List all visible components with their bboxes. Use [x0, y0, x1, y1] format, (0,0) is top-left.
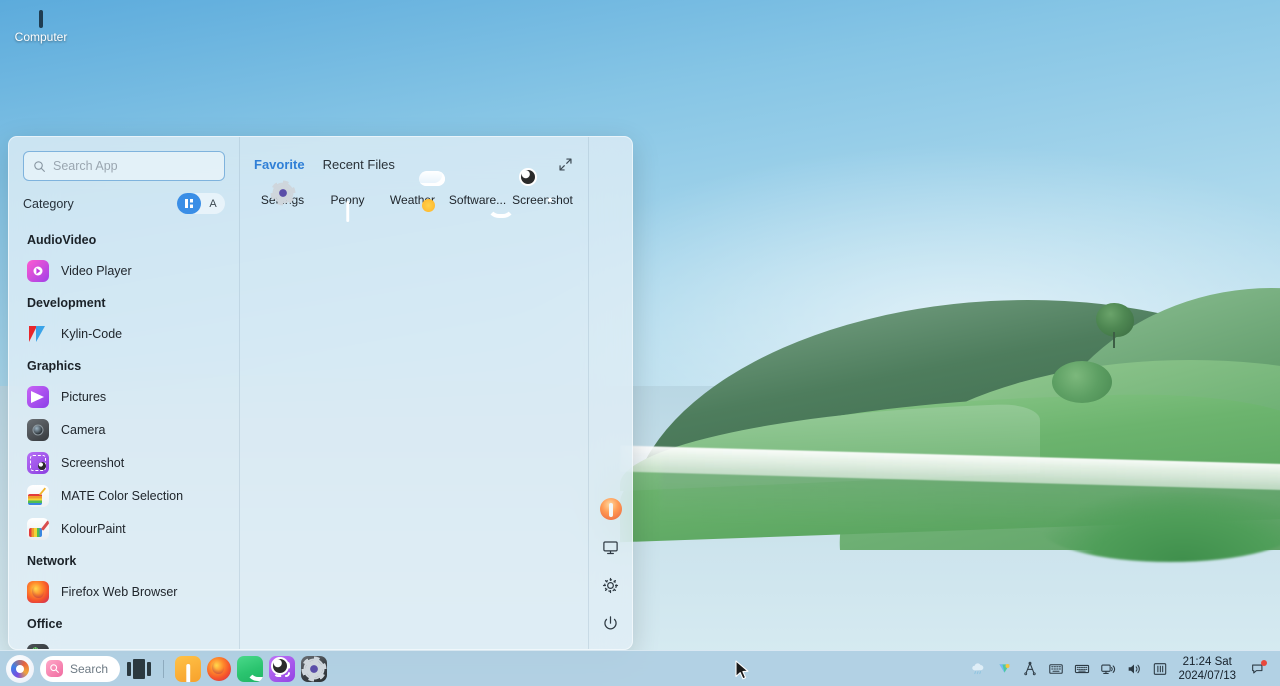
taskbar-divider [163, 660, 164, 678]
kolourpaint-icon [27, 518, 49, 540]
search-container: Search App [9, 137, 239, 181]
app-item-label: MATE Terminal [61, 648, 145, 650]
network-icon[interactable] [1096, 657, 1120, 681]
start-menu-panel[interactable]: Search App Category A AudioVideo Video P… [8, 136, 633, 650]
alphabetical-sort-button[interactable]: A [201, 193, 225, 214]
app-item-kylin-code[interactable]: Kylin-Code [9, 317, 239, 350]
category-label: Category [23, 197, 74, 211]
notification-bell-icon[interactable] [1246, 657, 1270, 681]
app-item-label: Screenshot [61, 456, 124, 470]
keyboard-icon[interactable] [1044, 657, 1068, 681]
favorite-item-screenshot[interactable]: Screenshot [510, 193, 575, 207]
category-row: Category A [9, 181, 239, 220]
app-item-video-player[interactable]: Video Player [9, 254, 239, 287]
computer-monitor-icon [0, 12, 82, 26]
app-item-label: Camera [61, 423, 105, 437]
app-group-header: Office [9, 608, 239, 638]
avatar [600, 498, 622, 520]
system-tray: 21:24 Sat 2024/07/13 [966, 655, 1270, 683]
app-item-label: KolourPaint [61, 522, 126, 536]
app-group-header: AudioVideo [9, 224, 239, 254]
search-input[interactable]: Search App [23, 151, 225, 181]
app-item-screenshot[interactable]: Screenshot [9, 446, 239, 479]
cloud-rain-icon[interactable] [966, 657, 990, 681]
app-item-mate-terminal[interactable]: MATE Terminal [9, 638, 239, 649]
screenshot-icon [27, 452, 49, 474]
search-placeholder: Search App [53, 159, 118, 173]
expand-fullscreen-icon[interactable] [554, 153, 576, 175]
taskbar-app-firefox[interactable] [207, 657, 231, 681]
favorite-item-label: Weather [380, 193, 445, 207]
clock-date: 2024/07/13 [1178, 669, 1236, 683]
start-menu-right-column: Favorite Recent Files Settings [240, 137, 632, 649]
taskbar-app-settings[interactable] [301, 656, 327, 682]
taskbar-app-peony[interactable] [175, 656, 201, 682]
desktop-icon-label: Computer [15, 30, 68, 44]
wallpaper-bush [1052, 361, 1112, 403]
kylin-code-icon [27, 323, 49, 345]
app-item-pictures[interactable]: Pictures [9, 380, 239, 413]
app-group-header: Development [9, 287, 239, 317]
app-item-camera[interactable]: Camera [9, 413, 239, 446]
app-item-mate-color-selection[interactable]: MATE Color Selection [9, 479, 239, 512]
firefox-icon [27, 581, 49, 603]
panel-icon[interactable] [1148, 657, 1172, 681]
notification-unread-dot [1261, 660, 1267, 666]
app-item-firefox[interactable]: Firefox Web Browser [9, 575, 239, 608]
app-badge-icon[interactable] [992, 657, 1016, 681]
app-item-label: Kylin-Code [61, 327, 122, 341]
taskbar-app-screenshot[interactable] [269, 656, 295, 682]
camera-icon [27, 419, 49, 441]
favorite-item-settings[interactable]: Settings [250, 193, 315, 207]
kylin-start-icon[interactable] [6, 655, 34, 683]
volume-icon[interactable] [1122, 657, 1146, 681]
app-item-label: Firefox Web Browser [61, 585, 177, 599]
keyboard-alt-icon[interactable] [1070, 657, 1094, 681]
video-player-icon [27, 260, 49, 282]
power-icon[interactable] [599, 611, 623, 635]
app-item-label: Pictures [61, 390, 106, 404]
taskbar-clock[interactable]: 21:24 Sat 2024/07/13 [1174, 655, 1244, 683]
taskbar-left: Search [6, 655, 327, 683]
favorites-grid: Settings Peony Weather Software... Scree… [240, 177, 588, 207]
task-view-icon[interactable] [126, 658, 152, 680]
app-item-label: Video Player [61, 264, 132, 278]
taskbar[interactable]: Search [0, 650, 1280, 686]
favorite-item-weather[interactable]: Weather [380, 193, 445, 207]
app-group-header: Graphics [9, 350, 239, 380]
gear-icon[interactable] [599, 573, 623, 597]
clock-time: 21:24 Sat [1178, 655, 1236, 669]
app-item-label: MATE Color Selection [61, 489, 183, 503]
search-icon [33, 160, 46, 173]
desktop-icon-computer[interactable]: Computer [0, 12, 82, 44]
mate-terminal-icon [27, 644, 49, 650]
monitor-icon[interactable] [599, 535, 623, 559]
search-pill-icon [46, 660, 63, 677]
user-avatar-icon[interactable] [599, 497, 623, 521]
taskbar-app-software-center[interactable] [237, 656, 263, 682]
view-mode-toggle[interactable]: A [177, 193, 225, 214]
taskbar-search-placeholder: Search [70, 662, 108, 676]
desktop-icon-trash[interactable]: ♻ [0, 106, 82, 110]
favorite-item-label: Screenshot [510, 193, 575, 207]
start-menu-app-column: Search App Category A AudioVideo Video P… [9, 137, 240, 649]
category-grid-icon[interactable] [177, 193, 201, 214]
mouse-cursor [735, 660, 751, 682]
mate-color-selection-icon [27, 485, 49, 507]
start-menu-tabs: Favorite Recent Files [240, 137, 588, 177]
app-list[interactable]: AudioVideo Video Player Development Kyli… [9, 220, 239, 649]
app-group-header: Network [9, 545, 239, 575]
favorite-item-peony[interactable]: Peony [315, 193, 380, 207]
favorite-item-software-center[interactable]: Software... [445, 193, 510, 207]
wallpaper-tree-trunk [1113, 332, 1115, 348]
pictures-icon [27, 386, 49, 408]
tab-recent-files[interactable]: Recent Files [323, 157, 395, 172]
tab-favorite[interactable]: Favorite [254, 157, 305, 172]
app-item-kolourpaint[interactable]: KolourPaint [9, 512, 239, 545]
input-method-icon[interactable] [1018, 657, 1042, 681]
start-menu-rail [588, 137, 632, 649]
taskbar-search-input[interactable]: Search [40, 656, 120, 682]
favorites-pane: Favorite Recent Files Settings [240, 137, 588, 649]
wallpaper-tree-canopy [1096, 303, 1134, 337]
